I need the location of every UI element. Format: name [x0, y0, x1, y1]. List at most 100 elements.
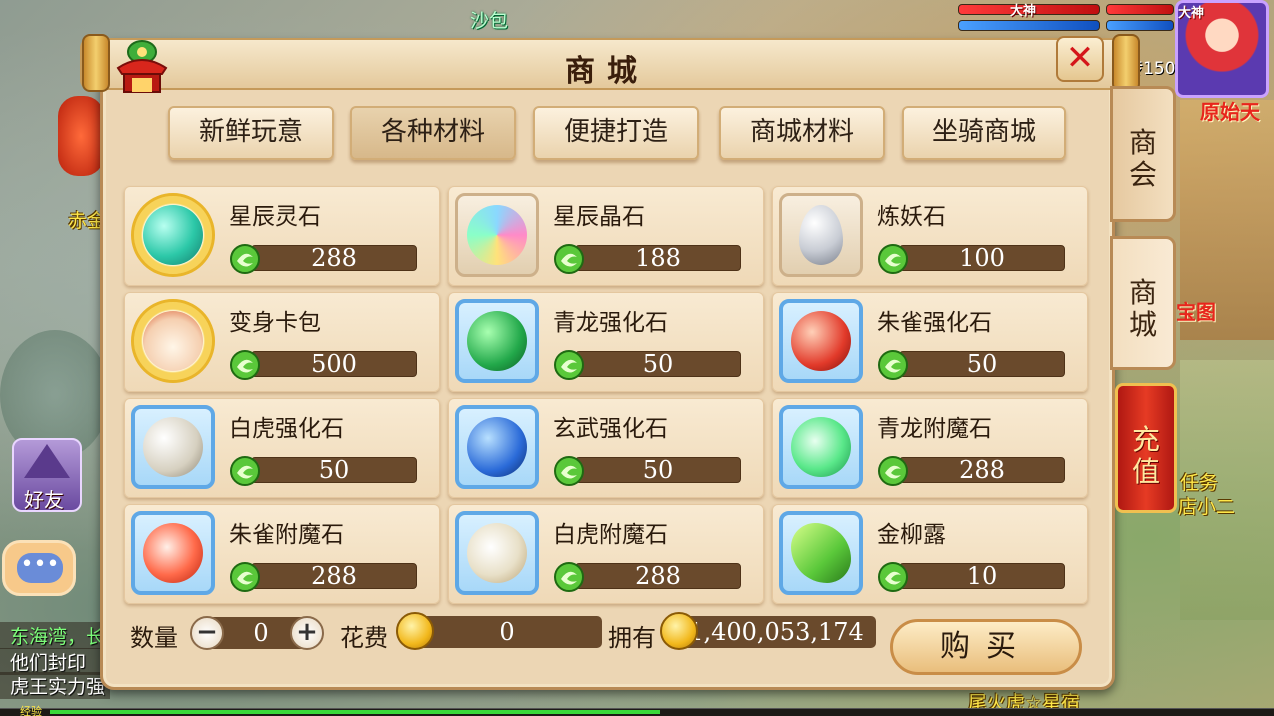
owned-value: 1,400,053,174 [676, 616, 876, 648]
shop-item-card[interactable]: 玄武强化石 50 [448, 398, 764, 498]
chat-button[interactable]: ••• [2, 540, 76, 596]
item-name: 青龙强化石 [553, 310, 668, 336]
item-price: 188 [575, 245, 741, 271]
tab-mount-shop[interactable]: 坐骑商城 [902, 106, 1066, 160]
shop-item-card[interactable]: 炼妖石 100 [772, 186, 1088, 286]
chat-line: 他们封印 [0, 648, 110, 675]
recharge-label: 充值 [1131, 423, 1160, 488]
item-icon-frame [779, 193, 863, 277]
shop-stall-icon [114, 38, 170, 96]
pet-rank-badge: 大神 [1010, 4, 1037, 19]
item-name: 星辰灵石 [229, 204, 321, 230]
friends-label: 好友 [24, 488, 64, 512]
white-tiger-enchant-icon [467, 523, 527, 583]
pet-mp-bar [1106, 20, 1174, 31]
tab-novelties[interactable]: 新鲜玩意 [168, 106, 334, 160]
item-price: 50 [575, 351, 741, 377]
item-icon-frame [455, 511, 539, 595]
item-price: 288 [251, 245, 417, 271]
chat-line: 东海湾，长 [0, 622, 110, 649]
close-button[interactable]: ✕ [1056, 36, 1104, 82]
item-name: 白虎附魔石 [553, 522, 668, 548]
side-tab-shop[interactable]: 商城 [1110, 236, 1176, 370]
jade-currency-icon [553, 243, 585, 275]
white-tiger-stone-icon [143, 417, 203, 477]
shop-item-card[interactable]: 青龙附魔石 288 [772, 398, 1088, 498]
owned-label: 拥有 [608, 624, 656, 652]
jade-currency-icon [229, 455, 261, 487]
tab-mall-materials[interactable]: 商城材料 [719, 106, 885, 160]
exp-bar: 经验 [0, 705, 1274, 716]
item-icon-frame [455, 193, 539, 277]
item-price: 10 [899, 563, 1065, 589]
tab-materials[interactable]: 各种材料 [350, 106, 516, 160]
npc-label-shabao[interactable]: 沙包 [470, 6, 508, 33]
item-name: 白虎强化石 [229, 416, 344, 442]
item-icon-frame [779, 405, 863, 489]
vermilion-bird-stone-icon [791, 311, 851, 371]
exp-label: 经验 [20, 705, 42, 716]
item-name: 炼妖石 [877, 204, 946, 230]
jade-currency-icon [553, 349, 585, 381]
star-crystal-icon [467, 205, 527, 265]
demon-stone-icon [799, 205, 843, 265]
tab-quick-forge[interactable]: 便捷打造 [533, 106, 699, 160]
item-icon-frame [131, 405, 215, 489]
mp-bar [958, 20, 1100, 31]
jade-currency-icon [877, 561, 909, 593]
card-bag-icon [143, 311, 203, 371]
friends-button[interactable]: 好友 [12, 438, 82, 512]
shop-item-card[interactable]: 星辰晶石 188 [448, 186, 764, 286]
lantern-decoration [58, 96, 104, 176]
jade-currency-icon [877, 349, 909, 381]
jade-currency-icon [229, 561, 261, 593]
chat-line: 虎王实力强 [0, 672, 110, 699]
recharge-button[interactable]: 充值 [1115, 383, 1177, 513]
item-price: 50 [899, 351, 1065, 377]
golden-willow-dew-icon [791, 523, 851, 583]
item-price: 500 [251, 351, 417, 377]
buy-button[interactable]: 购买 [890, 619, 1082, 675]
item-name: 朱雀强化石 [877, 310, 992, 336]
jade-currency-icon [553, 561, 585, 593]
jade-currency-icon [877, 455, 909, 487]
item-name: 变身卡包 [229, 310, 321, 336]
item-price: 288 [251, 563, 417, 589]
item-name: 金柳露 [877, 522, 946, 548]
star-spirit-stone-icon [143, 205, 203, 265]
item-icon-frame [131, 193, 215, 277]
item-name: 青龙附魔石 [877, 416, 992, 442]
shop-item-card[interactable]: 朱雀强化石 50 [772, 292, 1088, 392]
item-icon-frame [131, 511, 215, 595]
quantity-plus-button[interactable]: + [290, 616, 324, 650]
item-icon-frame [455, 405, 539, 489]
item-price: 288 [575, 563, 741, 589]
jade-currency-icon [877, 243, 909, 275]
item-name: 玄武强化石 [553, 416, 668, 442]
shop-item-card[interactable]: 白虎强化石 50 [124, 398, 440, 498]
item-price: 50 [251, 457, 417, 483]
item-name: 星辰晶石 [553, 204, 645, 230]
npc-label-quest[interactable]: 任务 [1180, 468, 1218, 495]
shop-item-card[interactable]: 朱雀附魔石 288 [124, 504, 440, 604]
exp-bar-fill [50, 710, 660, 714]
item-price: 50 [575, 457, 741, 483]
side-tab-guild[interactable]: 商会 [1110, 86, 1176, 222]
azure-dragon-stone-icon [467, 311, 527, 371]
quantity-minus-button[interactable]: − [190, 616, 224, 650]
npc-label-treasure-map[interactable]: 宝图 [1176, 296, 1216, 325]
shop-item-card[interactable]: 青龙强化石 50 [448, 292, 764, 392]
gold-coin-icon [396, 612, 434, 650]
shop-item-card[interactable]: 金柳露 10 [772, 504, 1088, 604]
item-icon-frame [779, 511, 863, 595]
npc-label-inn[interactable]: 店小二 [1178, 492, 1235, 519]
cost-label: 花费 [340, 624, 388, 652]
npc-label-partial[interactable]: 原始天 [1200, 96, 1260, 125]
shop-item-card[interactable]: 变身卡包 500 [124, 292, 440, 392]
shop-item-card[interactable]: 星辰灵石 288 [124, 186, 440, 286]
item-icon-frame [455, 299, 539, 383]
azure-dragon-enchant-icon [791, 417, 851, 477]
shop-item-card[interactable]: 白虎附魔石 288 [448, 504, 764, 604]
hat-icon [24, 444, 70, 478]
player-rank-badge: 大神 [1178, 6, 1205, 21]
